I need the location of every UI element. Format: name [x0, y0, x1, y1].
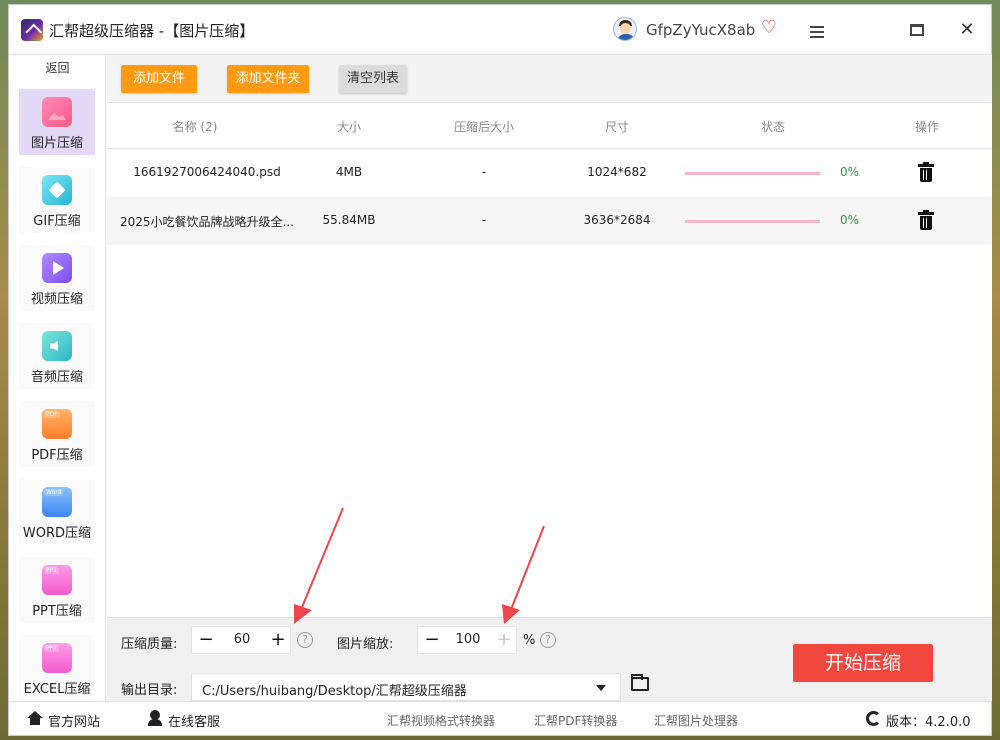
file-size: 4MB [335, 165, 363, 179]
home-icon [27, 711, 43, 725]
output-path-value: C:/Users/huibang/Desktop/汇帮超级压缩器 [202, 684, 467, 699]
output-label: 输出目录: [121, 683, 178, 698]
progress-percent: 0% [840, 165, 860, 179]
add-folder-button[interactable]: 添加文件夹 [227, 65, 309, 93]
compressed-size: - [481, 213, 487, 227]
delete-trash-icon[interactable] [917, 210, 935, 232]
sidebar-item-video-compress[interactable]: 视频压缩 [19, 245, 95, 311]
file-name: 1661927006424040.psd [133, 165, 281, 179]
menu-icon[interactable] [802, 15, 832, 45]
output-path-select[interactable]: C:/Users/huibang/Desktop/汇帮超级压缩器 [191, 673, 621, 701]
app-name: 汇帮超级压缩器 [49, 22, 155, 40]
sidebar-item-label: 图片压缩 [30, 136, 83, 151]
avatar[interactable] [613, 17, 637, 41]
quality-plus-button[interactable]: + [264, 627, 292, 653]
table-row[interactable]: 1661927006424040.psd 4MB - 1024*682 0% [107, 149, 992, 197]
column-header-compressed-size: 压缩后大小 [453, 120, 514, 134]
sidebar-item-label: GIF压缩 [33, 214, 81, 229]
scale-minus-button[interactable]: − [418, 627, 446, 653]
table-header: 名称 (2) 大小 压缩后大小 尺寸 状态 操作 [107, 103, 992, 149]
excel-icon: PPT [42, 643, 72, 673]
user-name[interactable]: GfpZyYucX8ab [646, 21, 755, 39]
quality-help-icon[interactable]: ? [297, 632, 313, 648]
folder-open-icon[interactable] [631, 674, 649, 691]
table-row[interactable]: 2025小吃餐饮品牌战略升级全... 55.84MB - 3636*2684 0… [107, 197, 992, 245]
quality-stepper[interactable]: − 60 + [191, 626, 291, 654]
compressed-size: - [481, 165, 487, 179]
sidebar-item-pdf-compress[interactable]: PDF PDF压缩 [19, 401, 95, 467]
progress-percent: 0% [840, 213, 860, 227]
add-file-button[interactable]: 添加文件 [121, 65, 197, 93]
column-header-actions: 操作 [914, 120, 939, 134]
scale-stepper[interactable]: − 100 + [417, 626, 517, 654]
file-dimensions: 3636*2684 [583, 213, 651, 227]
title-bar: 汇帮超级压缩器 -【图片压缩】 GfpZyYucX8ab ♡ ✕ [9, 5, 991, 55]
toolbar: 添加文件 添加文件夹 清空列表 [107, 55, 992, 103]
clear-list-button[interactable]: 清空列表 [339, 65, 407, 93]
quality-value[interactable]: 60 [220, 627, 264, 653]
sidebar-item-word-compress[interactable]: Word WORD压缩 [19, 479, 95, 545]
vip-diamond-icon[interactable]: ♡ [759, 18, 779, 38]
progress-bar [685, 220, 820, 223]
page-subtitle: -【图片压缩】 [154, 22, 255, 40]
app-window: 汇帮超级压缩器 -【图片压缩】 GfpZyYucX8ab ♡ ✕ 返回 图片压缩… [8, 4, 992, 736]
close-icon[interactable]: ✕ [952, 15, 982, 45]
version-label: 版本：4.2.0.0 [886, 711, 971, 730]
sidebar-item-label: EXCEL压缩 [23, 682, 91, 697]
sidebar-item-image-compress[interactable]: 图片压缩 [19, 89, 95, 155]
video-icon [42, 253, 72, 283]
refresh-icon[interactable] [866, 711, 881, 726]
sidebar-item-audio-compress[interactable]: 音频压缩 [19, 323, 95, 389]
quality-label: 压缩质量: [121, 637, 178, 652]
website-link[interactable]: 官方网站 [48, 711, 100, 730]
file-size: 55.84MB [322, 213, 376, 227]
sidebar-item-label: WORD压缩 [22, 526, 92, 541]
maximize-icon[interactable] [902, 15, 932, 45]
audio-icon [42, 331, 72, 361]
image-icon [42, 97, 72, 127]
scale-unit: % [523, 633, 536, 648]
sidebar-item-label: PPT压缩 [32, 604, 82, 619]
sidebar: 返回 图片压缩 GIF压缩 视频压缩 音频压缩 PDF PDF压缩 Word W… [9, 55, 106, 701]
progress-bar [685, 172, 820, 175]
sidebar-item-excel-compress[interactable]: PPT EXCEL压缩 [19, 635, 95, 701]
scale-plus-button[interactable]: + [490, 627, 518, 653]
support-link[interactable]: 在线客服 [168, 711, 220, 730]
file-dimensions: 1024*682 [587, 165, 647, 179]
column-header-dimensions: 尺寸 [604, 120, 629, 134]
column-header-name: 名称 (2) [172, 120, 218, 134]
ppt-icon: PPT [42, 565, 72, 595]
version-number: 4.2.0.0 [925, 715, 971, 730]
customer-service-icon [147, 710, 163, 726]
version-prefix: 版本： [886, 715, 926, 730]
app-logo-icon [21, 19, 43, 41]
file-name: 2025小吃餐饮品牌战略升级全... [120, 215, 294, 229]
column-header-status: 状态 [760, 120, 785, 134]
pdf-converter-link[interactable]: 汇帮PDF转换器 [534, 712, 617, 729]
gif-icon [42, 175, 72, 205]
word-icon: Word [42, 487, 72, 517]
sidebar-item-label: 音频压缩 [30, 370, 83, 385]
scale-label: 图片缩放: [337, 637, 394, 652]
footer: 官方网站 在线客服 汇帮视频格式转换器 汇帮PDF转换器 汇帮图片处理器 版本：… [9, 701, 991, 735]
sidebar-item-label: 视频压缩 [30, 292, 83, 307]
pdf-icon: PDF [42, 409, 72, 439]
back-link[interactable]: 返回 [9, 59, 106, 76]
sidebar-item-label: PDF压缩 [31, 448, 83, 463]
column-header-size: 大小 [336, 120, 361, 134]
start-compress-button[interactable]: 开始压缩 [793, 644, 933, 682]
file-table: 名称 (2) 大小 压缩后大小 尺寸 状态 操作 166192700642404… [107, 103, 992, 617]
scale-value[interactable]: 100 [446, 627, 490, 653]
settings-panel: 压缩质量: − 60 + ? 图片缩放: − 100 + % ? 输出目录: C… [107, 617, 992, 701]
video-converter-link[interactable]: 汇帮视频格式转换器 [387, 712, 495, 729]
quality-minus-button[interactable]: − [192, 627, 220, 653]
sidebar-item-ppt-compress[interactable]: PPT PPT压缩 [19, 557, 95, 623]
sidebar-item-gif-compress[interactable]: GIF压缩 [19, 167, 95, 233]
app-title: 汇帮超级压缩器 -【图片压缩】 [49, 20, 254, 41]
chevron-down-icon[interactable] [596, 685, 606, 691]
image-processor-link[interactable]: 汇帮图片处理器 [654, 712, 738, 729]
scale-help-icon[interactable]: ? [540, 632, 556, 648]
delete-trash-icon[interactable] [917, 162, 935, 184]
